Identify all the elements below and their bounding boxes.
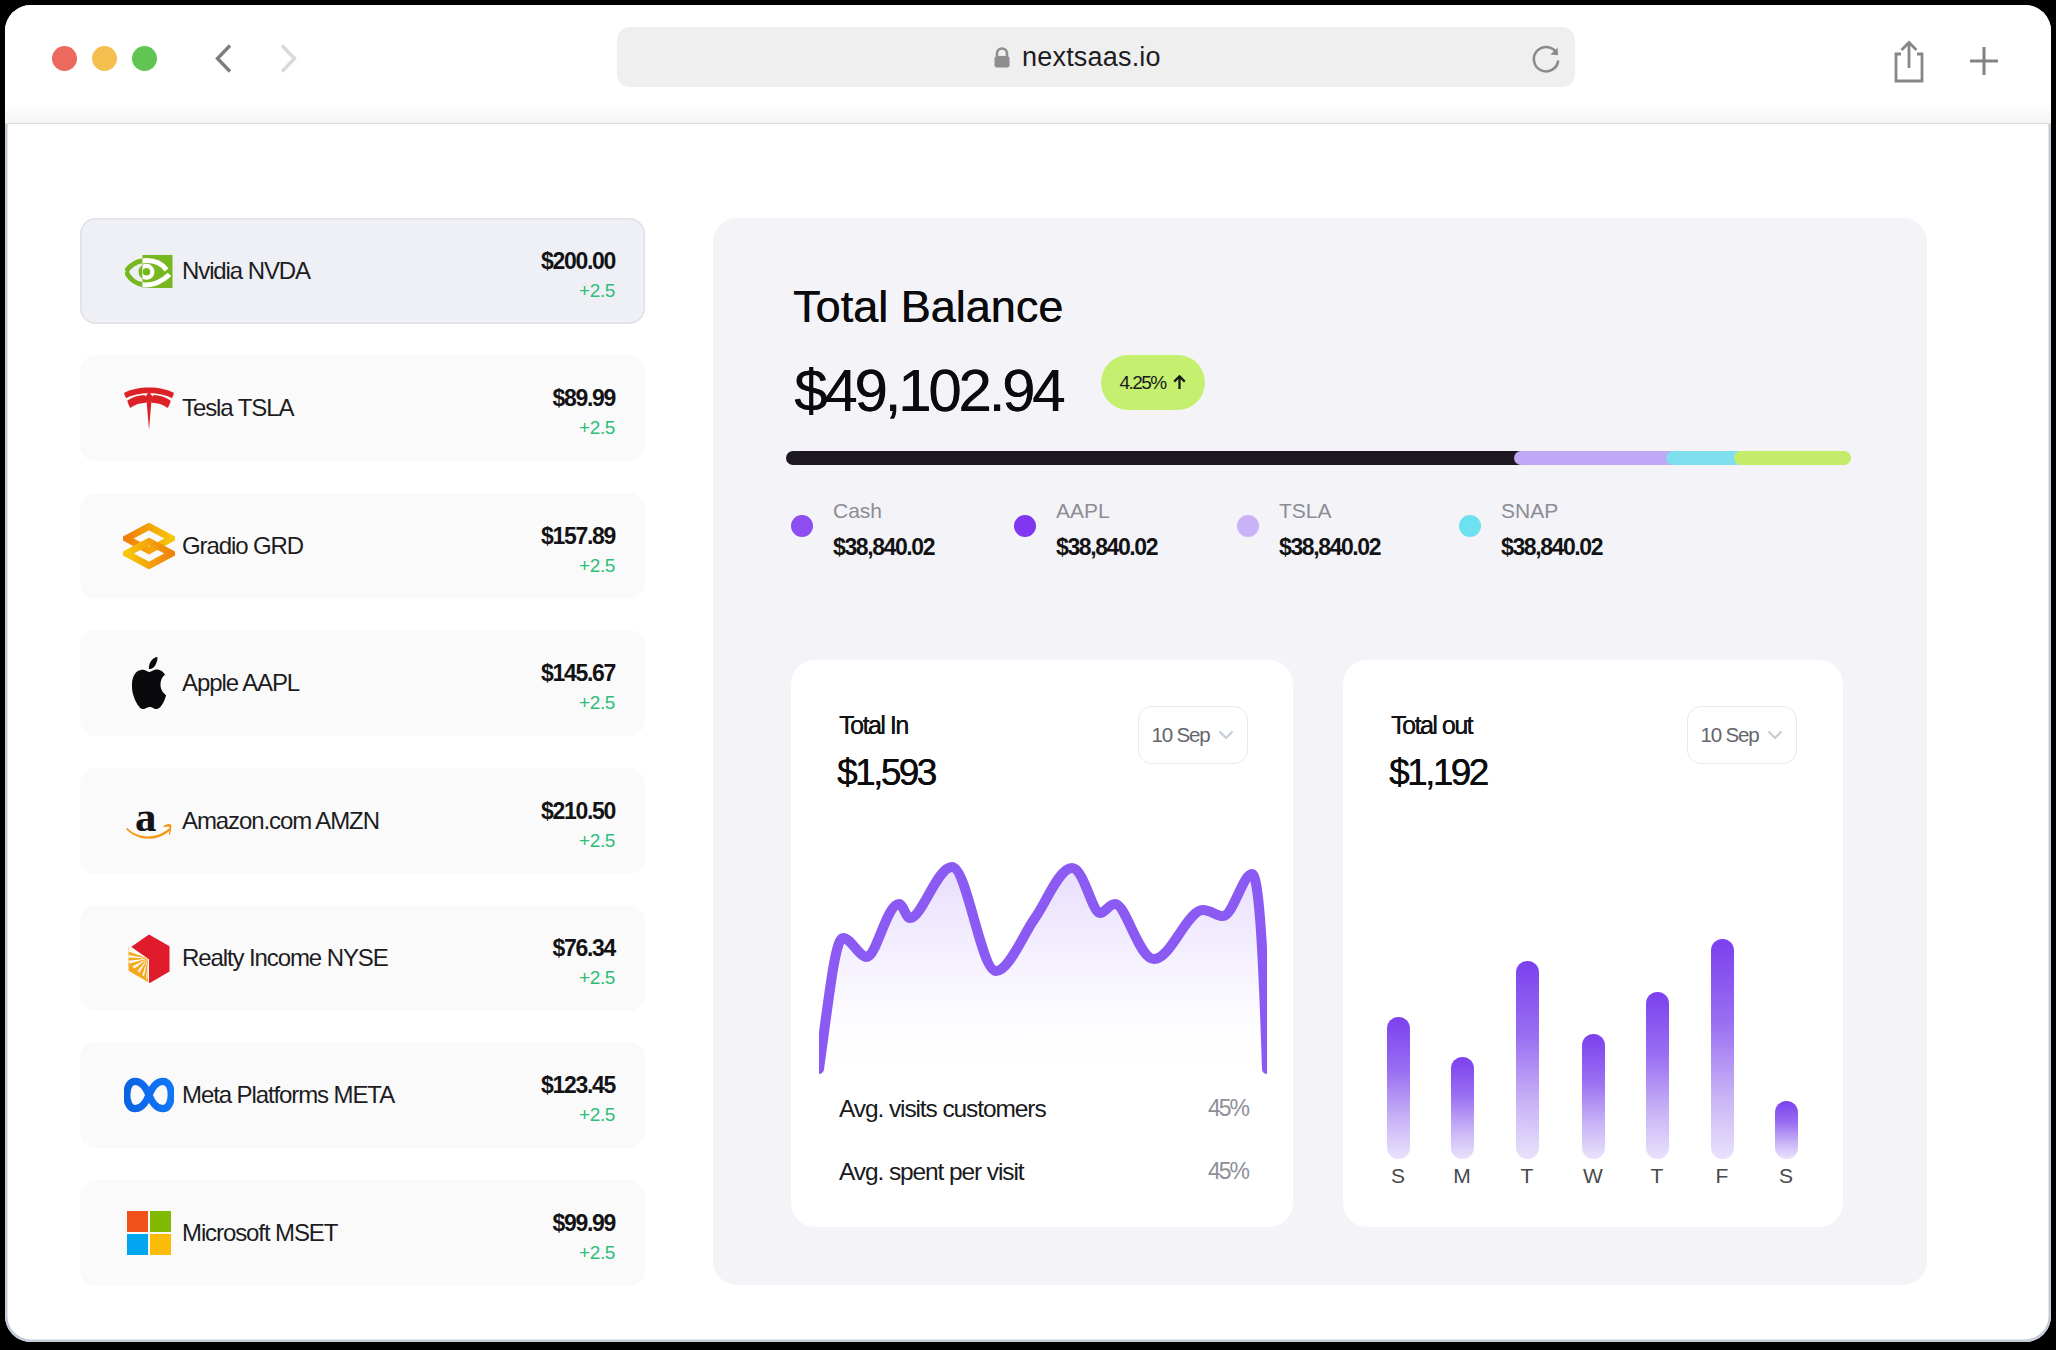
svg-text:a: a [135,800,157,840]
